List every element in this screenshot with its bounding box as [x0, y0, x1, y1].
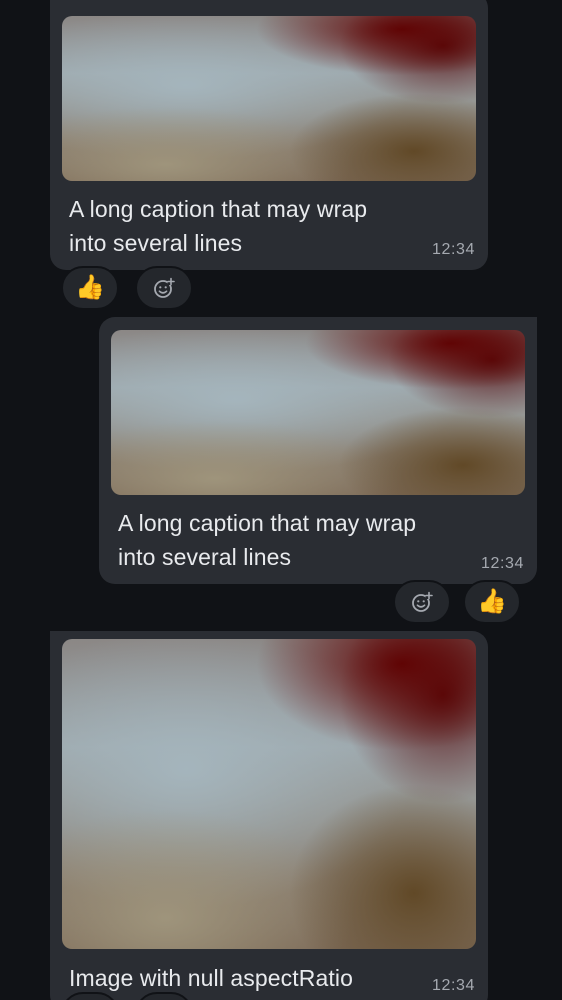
reaction-chip-thumbs-up[interactable]: 👍 [61, 266, 119, 310]
add-reaction-icon [154, 277, 175, 298]
thumbs-up-icon: 👍 [477, 588, 507, 615]
message-time: 12:34 [480, 555, 524, 572]
message-bubble-incoming[interactable]: A long caption that may wrap into severa… [50, 0, 488, 270]
message-caption: A long caption that may wrap into severa… [118, 510, 417, 570]
add-reaction-button[interactable] [135, 266, 193, 310]
message-bubble-outgoing[interactable]: A long caption that may wrap into severa… [99, 317, 537, 584]
message-image[interactable] [111, 330, 525, 495]
add-reaction-button[interactable] [393, 580, 451, 624]
add-reaction-icon [412, 591, 433, 612]
message-time: 12:34 [431, 977, 475, 994]
message-caption: A long caption that may wrap into severa… [69, 196, 368, 256]
message-image[interactable] [62, 16, 476, 181]
message-time: 12:34 [431, 241, 475, 258]
thumbs-up-icon: 👍 [75, 274, 105, 301]
message-image[interactable] [62, 639, 476, 949]
message-caption: Image with null aspectRatio [69, 965, 353, 991]
message-bubble-incoming[interactable]: Image with null aspectRatio 12:34 [50, 631, 488, 1000]
chat-screen: A long caption that may wrap into severa… [0, 0, 562, 1000]
reaction-chip-thumbs-up[interactable]: 👍 [463, 580, 521, 624]
